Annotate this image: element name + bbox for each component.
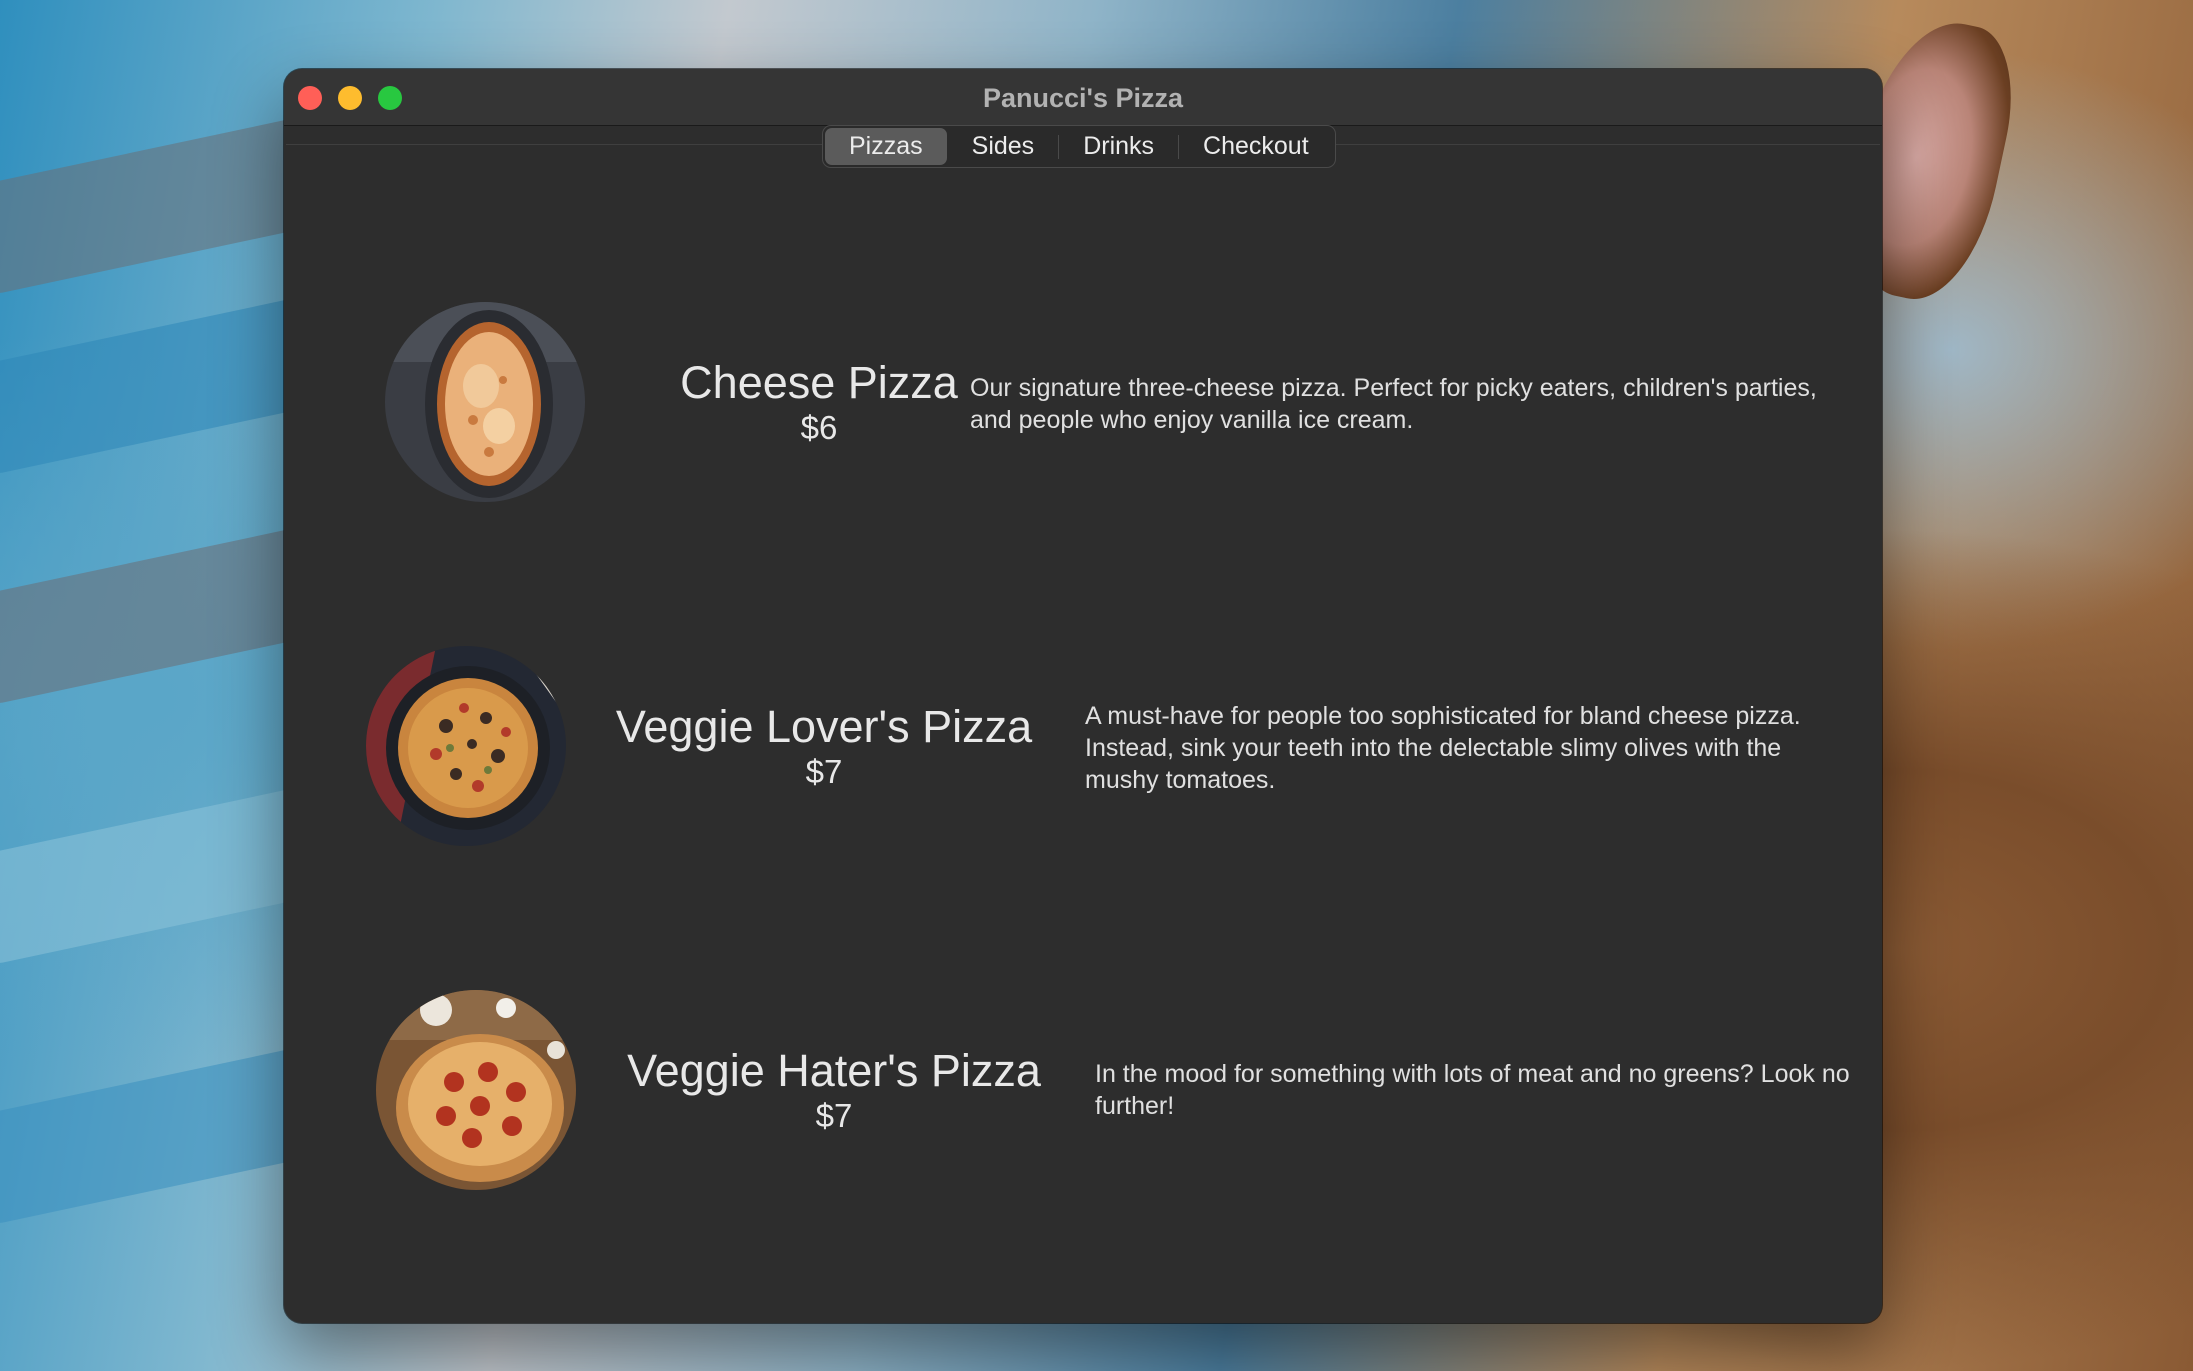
pizza-name: Veggie Lover's Pizza [615,701,1033,752]
pizza-price: $7 [805,753,843,790]
pizza-name: Cheese Pizza [680,357,958,408]
window-title: Panucci's Pizza [982,83,1183,113]
item-name-block: Veggie Lover's Pizza $7 [614,701,1034,791]
pepperoni-pizza-photo [376,990,576,1190]
pizza-price: $6 [800,409,838,446]
menu-item: Veggie Lover's Pizza $7 A must-have for … [284,646,1882,856]
veggie-pizza-photo [366,646,566,846]
menu-item: Veggie Hater's Pizza $7 In the mood for … [284,990,1882,1200]
menu-item: Cheese Pizza $6 Our signature three-chee… [284,302,1882,512]
pizza-description: In the mood for something with lots of m… [1095,1060,1850,1120]
tab-checkout[interactable]: Checkout [1179,128,1333,165]
pizza-description: A must-have for people too sophisticated… [1085,702,1801,794]
item-name-block: Veggie Hater's Pizza $7 [624,1045,1044,1135]
item-name-block: Cheese Pizza $6 [644,357,994,447]
tab-sides[interactable]: Sides [948,128,1059,165]
pizza-price: $7 [815,1097,853,1134]
pizza-name: Veggie Hater's Pizza [627,1045,1041,1096]
app-window: Panucci's Pizza Pizzas Sides Drinks Chec… [284,69,1882,1323]
tab-pizzas[interactable]: Pizzas [825,128,947,165]
title-bar[interactable]: Panucci's Pizza [284,69,1882,126]
pizza-description: Our signature three-cheese pizza. Perfec… [970,374,1817,434]
tab-bar: Pizzas Sides Drinks Checkout [822,125,1336,168]
cheese-pizza-photo [385,302,585,502]
tab-drinks[interactable]: Drinks [1059,128,1178,165]
